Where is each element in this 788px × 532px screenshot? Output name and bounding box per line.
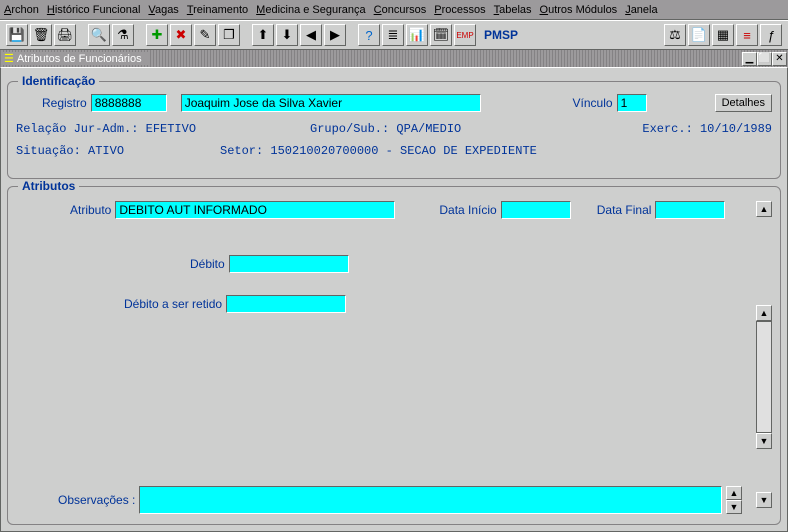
menu-medicina[interactable]: Medicina e Segurança xyxy=(256,4,365,16)
edit-icon[interactable]: ✎ xyxy=(194,24,216,46)
situacao-text: Situação: ATIVO xyxy=(16,144,216,158)
debito-label: Débito xyxy=(190,257,225,271)
emp-icon[interactable]: EMP xyxy=(454,24,476,46)
scrollbar-track[interactable] xyxy=(756,321,772,433)
data-inicio-input[interactable] xyxy=(501,201,571,219)
fn-icon[interactable]: ƒ xyxy=(760,24,782,46)
save-icon[interactable]: 💾 xyxy=(6,24,28,46)
content-area: Identificação Registro Vínculo Detalhes … xyxy=(0,67,788,532)
vinculo-label: Vínculo xyxy=(573,96,613,110)
cancel-icon[interactable]: ✖ xyxy=(170,24,192,46)
menu-outros[interactable]: Outros Módulos xyxy=(540,4,618,16)
data-final-label: Data Final xyxy=(597,203,652,217)
identificacao-group: Identificação Registro Vínculo Detalhes … xyxy=(7,81,781,179)
identificacao-legend: Identificação xyxy=(18,74,99,88)
search-icon[interactable]: 🔍 xyxy=(88,24,110,46)
atributos-group: Atributos Atributo Data Início Data Fina… xyxy=(7,186,781,525)
toolbar: 💾 🗑 🖨 🔍 ⚗ ✚ ✖ ✎ ❐ ⬆ ⬇ ◀ ▶ ? ≣ 📊 🗓 EMP PM… xyxy=(0,20,788,50)
scroll-down-icon[interactable]: ▼ xyxy=(756,492,772,508)
doc-icon[interactable]: 📄 xyxy=(688,24,710,46)
internal-window-titlebar: ☰ Atributos de Funcionários ▁ ⬜ ✕ xyxy=(0,50,788,67)
obs-down-icon[interactable]: ▼ xyxy=(726,500,742,514)
scrollbar-up-icon[interactable]: ▲ xyxy=(756,305,772,321)
detalhes-button[interactable]: Detalhes xyxy=(715,94,772,112)
menu-treinamento[interactable]: Treinamento xyxy=(187,4,248,16)
window-icon: ☰ xyxy=(4,52,14,65)
menu-tabelas[interactable]: Tabelas xyxy=(494,4,532,16)
atributo-input[interactable] xyxy=(115,201,395,219)
maximize-button[interactable]: ⬜ xyxy=(757,52,772,66)
debito-retido-label: Débito a ser retido xyxy=(124,297,222,311)
hash-icon[interactable]: ▦ xyxy=(712,24,734,46)
registro-input[interactable] xyxy=(91,94,167,112)
grupo-text: Grupo/Sub.: QPA/MEDIO xyxy=(310,122,638,136)
obs-up-icon[interactable]: ▲ xyxy=(726,486,742,500)
nome-input[interactable] xyxy=(181,94,481,112)
menu-janela[interactable]: Janela xyxy=(625,4,657,16)
debito-input[interactable] xyxy=(229,255,349,273)
tool1-icon[interactable]: ≣ xyxy=(382,24,404,46)
menu-processos[interactable]: Processos xyxy=(434,4,485,16)
relacao-text: Relação Jur-Adm.: EFETIVO xyxy=(16,122,306,136)
back-icon[interactable]: ◀ xyxy=(300,24,322,46)
atributos-legend: Atributos xyxy=(18,179,79,193)
prev-icon[interactable]: ⬇ xyxy=(276,24,298,46)
window-title: Atributos de Funcionários xyxy=(17,53,142,65)
balance-icon[interactable]: ⚖ xyxy=(664,24,686,46)
menu-archon[interactable]: Archon xyxy=(4,4,39,16)
atributo-label: Atributo xyxy=(70,203,111,217)
delete-icon[interactable]: 🗑 xyxy=(30,24,52,46)
menu-vagas[interactable]: Vagas xyxy=(148,4,178,16)
list-icon[interactable]: ≡ xyxy=(736,24,758,46)
menu-concursos[interactable]: Concursos xyxy=(374,4,427,16)
filter-icon[interactable]: ⚗ xyxy=(112,24,134,46)
observacoes-input[interactable] xyxy=(139,486,722,514)
tool3-icon[interactable]: 🗓 xyxy=(430,24,452,46)
observacoes-label: Observações : xyxy=(58,493,135,507)
close-button[interactable]: ✕ xyxy=(772,52,787,66)
tool2-icon[interactable]: 📊 xyxy=(406,24,428,46)
pmsp-label: PMSP xyxy=(484,28,518,42)
data-inicio-label: Data Início xyxy=(439,203,496,217)
scroll-up-icon[interactable]: ▲ xyxy=(756,201,772,217)
registro-label: Registro xyxy=(42,96,87,110)
print-icon[interactable]: 🖨 xyxy=(54,24,76,46)
menu-bar: Archon Histórico Funcional Vagas Treinam… xyxy=(0,0,788,20)
scrollbar-down-icon[interactable]: ▼ xyxy=(756,433,772,449)
help-icon[interactable]: ? xyxy=(358,24,380,46)
copy-icon[interactable]: ❐ xyxy=(218,24,240,46)
minimize-button[interactable]: ▁ xyxy=(742,52,757,66)
menu-historico[interactable]: Histórico Funcional xyxy=(47,4,141,16)
setor-text: Setor: 150210020700000 - SECAO DE EXPEDI… xyxy=(220,144,537,158)
exerc-text: Exerc.: 10/10/1989 xyxy=(642,122,772,136)
first-icon[interactable]: ⬆ xyxy=(252,24,274,46)
new-icon[interactable]: ✚ xyxy=(146,24,168,46)
debito-retido-input[interactable] xyxy=(226,295,346,313)
forward-icon[interactable]: ▶ xyxy=(324,24,346,46)
data-final-input[interactable] xyxy=(655,201,725,219)
vinculo-input[interactable] xyxy=(617,94,647,112)
